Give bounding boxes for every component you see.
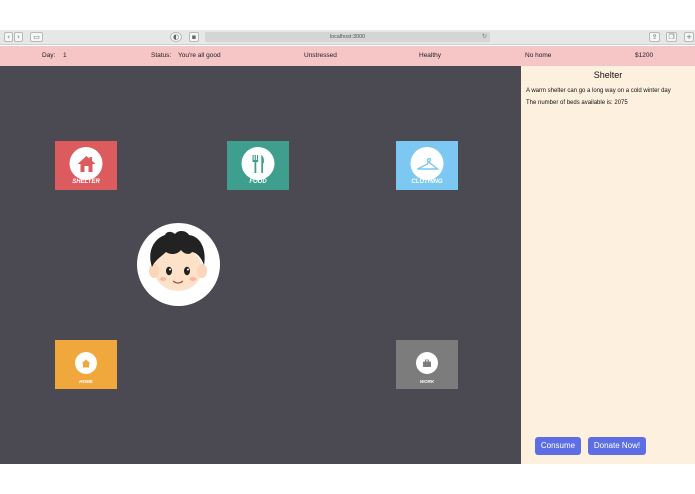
food-tile[interactable]: FOOD (227, 141, 289, 190)
status-bar: Day: 1 Status: You're all good Unstresse… (0, 46, 695, 66)
beds-available-text: The number of beds available is: 2075 (526, 100, 628, 106)
info-panel: Shelter A warm shelter can go a long way… (521, 66, 695, 464)
reload-icon[interactable]: ↻ (482, 32, 487, 42)
clothing-label: CLOTHING (411, 179, 443, 185)
new-tab-icon[interactable]: + (684, 32, 694, 42)
status-value: You're all good (178, 52, 221, 59)
home-label: HOME (79, 379, 93, 384)
work-tile[interactable]: WORK (396, 340, 458, 389)
donate-button[interactable]: Donate Now! (588, 437, 646, 455)
home-status: No home (525, 52, 552, 59)
fork-knife-icon (241, 147, 275, 180)
house-icon (69, 147, 103, 180)
money-value: $1200 (635, 52, 654, 59)
share-icon[interactable]: ⇪ (649, 32, 660, 42)
briefcase-icon (416, 352, 438, 374)
address-bar[interactable]: localhost:3000 ↻ (205, 32, 490, 42)
sidebar-toggle-icon[interactable]: ▭ (30, 32, 43, 42)
shelter-label: SHELTER (72, 179, 100, 185)
panel-description: A warm shelter can go a long way on a co… (526, 88, 671, 94)
tabs-icon[interactable]: ❐ (666, 32, 677, 42)
day-label: Day: (42, 52, 56, 59)
panel-title: Shelter (593, 70, 623, 80)
health-status: Healthy (419, 52, 442, 59)
player-avatar (137, 223, 220, 306)
shelter-tile[interactable]: SHELTER (55, 141, 117, 190)
home-tile[interactable]: HOME (55, 340, 117, 389)
consume-button[interactable]: Consume (535, 437, 581, 455)
day-value: 1 (63, 52, 67, 59)
status-label: Status: (151, 52, 172, 59)
food-label: FOOD (249, 179, 267, 185)
back-arrow-icon[interactable]: ‹ (4, 32, 13, 42)
app-page: ‹ › ▭ ◐ ▪ localhost:3000 ↻ ⇪ ❐ + Day: 1 … (0, 0, 695, 494)
work-label: WORK (419, 379, 435, 384)
stress-status: Unstressed (304, 52, 337, 59)
forward-arrow-icon[interactable]: › (14, 32, 23, 42)
extension-icon[interactable]: ◐ (170, 32, 182, 42)
browser-toolbar: ‹ › ▭ ◐ ▪ localhost:3000 ↻ ⇪ ❐ + (0, 30, 695, 45)
url-text: localhost:3000 (329, 34, 366, 40)
clothing-tile[interactable]: CLOTHING (396, 141, 458, 190)
game-area: SHELTER FOOD CLOTHING HOME WORK (0, 66, 521, 464)
hanger-icon (410, 147, 444, 180)
house-icon (75, 352, 97, 374)
shield-icon[interactable]: ▪ (189, 32, 199, 42)
